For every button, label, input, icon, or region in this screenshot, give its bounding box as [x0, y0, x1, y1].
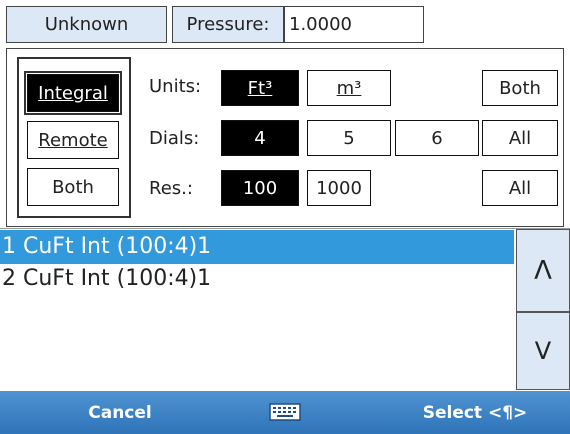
integral-label: Integral: [38, 82, 108, 104]
pressure-label: Pressure:: [186, 14, 270, 35]
list-item[interactable]: 1 CuFt Int (100:4)1: [0, 230, 514, 264]
remote-button[interactable]: Remote: [27, 121, 119, 159]
units-both-label: Both: [499, 77, 541, 99]
cancel-button[interactable]: Cancel: [60, 391, 180, 434]
pressure-input[interactable]: 1.0000: [284, 6, 424, 43]
units-ft3-button[interactable]: Ft³: [221, 70, 299, 106]
pressure-label-box: Pressure:: [172, 6, 284, 43]
chevron-down-icon: V: [534, 337, 552, 365]
dials-6-button[interactable]: 6: [395, 120, 479, 156]
mode-both-label: Both: [52, 176, 94, 198]
units-m3-button[interactable]: m³: [307, 70, 391, 106]
dials-all-label: All: [508, 127, 532, 149]
res-1000-button[interactable]: 1000: [307, 170, 371, 206]
remote-label: Remote: [38, 129, 108, 151]
dials-5-label: 5: [343, 127, 355, 149]
res-100-label: 100: [242, 177, 278, 199]
select-button[interactable]: Select <¶>: [400, 391, 550, 434]
res-all-label: All: [508, 177, 532, 199]
scroll-up-button[interactable]: Λ: [516, 229, 570, 312]
dials-all-button[interactable]: All: [482, 120, 558, 156]
res-label: Res.:: [149, 178, 193, 199]
dials-4-button[interactable]: 4: [221, 120, 299, 156]
chevron-up-icon: Λ: [534, 255, 552, 286]
pressure-value: 1.0000: [289, 14, 352, 35]
res-all-button[interactable]: All: [482, 170, 558, 206]
keyboard-glyph: [269, 403, 301, 421]
res-100-button[interactable]: 100: [221, 170, 299, 206]
dials-5-button[interactable]: 5: [307, 120, 391, 156]
units-label: Units:: [149, 76, 202, 97]
dials-6-label: 6: [431, 127, 443, 149]
scroll-down-button[interactable]: V: [516, 312, 570, 390]
keyboard-icon[interactable]: [267, 398, 303, 426]
select-label: Select <¶>: [422, 402, 528, 423]
list-item-1-label: 1 CuFt Int (100:4)1: [2, 234, 212, 259]
units-m3-label: m³: [336, 77, 362, 99]
dials-label: Dials:: [149, 128, 200, 149]
unknown-label: Unknown: [44, 14, 129, 35]
list-item[interactable]: 2 CuFt Int (100:4)1: [0, 264, 514, 298]
units-ft3-label: Ft³: [247, 77, 273, 99]
units-both-button[interactable]: Both: [482, 70, 558, 106]
integral-button[interactable]: Integral: [24, 71, 122, 115]
dials-4-label: 4: [254, 127, 266, 149]
cancel-label: Cancel: [88, 402, 152, 423]
list-item-2-label: 2 CuFt Int (100:4)1: [2, 266, 212, 291]
unknown-button[interactable]: Unknown: [6, 6, 167, 43]
mode-both-button[interactable]: Both: [27, 168, 119, 206]
res-1000-label: 1000: [316, 177, 362, 199]
